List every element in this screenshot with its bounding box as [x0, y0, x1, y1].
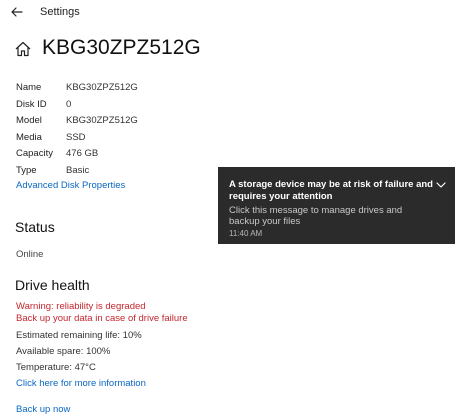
chevron-down-icon[interactable]: [436, 181, 446, 189]
back-up-now-link[interactable]: Back up now: [16, 404, 70, 415]
home-icon: [15, 41, 31, 57]
property-value: 476 GB: [66, 148, 99, 159]
temperature: Temperature: 47°C: [16, 362, 96, 373]
property-key: Name: [16, 82, 42, 93]
advanced-disk-properties-link[interactable]: Advanced Disk Properties: [16, 180, 125, 191]
property-key: Model: [16, 115, 42, 126]
property-key: Disk ID: [16, 98, 47, 110]
status-value: Online: [16, 249, 44, 260]
status-heading: Status: [15, 219, 55, 235]
toast-title: A storage device may be at risk of failu…: [229, 179, 433, 202]
property-value: Basic: [66, 164, 90, 176]
property-key: Media: [16, 131, 42, 143]
back-button[interactable]: [8, 3, 26, 21]
toast-time: 11:40 AM: [229, 229, 263, 238]
property-value: KBG30ZPZ512G: [66, 115, 138, 126]
property-value: 0: [66, 98, 72, 110]
drive-health-heading: Drive health: [15, 277, 90, 293]
property-key: Capacity: [16, 148, 53, 159]
storage-warning-toast[interactable]: A storage device may be at risk of failu…: [218, 167, 455, 244]
back-arrow-icon: [11, 7, 23, 17]
remaining-life: Estimated remaining life: 10%: [16, 330, 142, 341]
reliability-warning: Warning: reliability is degraded: [16, 301, 146, 312]
available-spare: Available spare: 100%: [16, 346, 111, 357]
toast-message: Click this message to manage drives and …: [229, 205, 403, 227]
property-key: Type: [16, 164, 37, 176]
window-title: Settings: [40, 6, 80, 18]
property-value: KBG30ZPZ512G: [66, 82, 138, 93]
more-information-link[interactable]: Click here for more information: [16, 378, 146, 389]
page-title: KBG30ZPZ512G: [42, 36, 201, 59]
backup-warning: Back up your data in case of drive failu…: [16, 313, 188, 324]
property-value: SSD: [66, 131, 86, 143]
title-bar: Settings: [0, 0, 474, 24]
